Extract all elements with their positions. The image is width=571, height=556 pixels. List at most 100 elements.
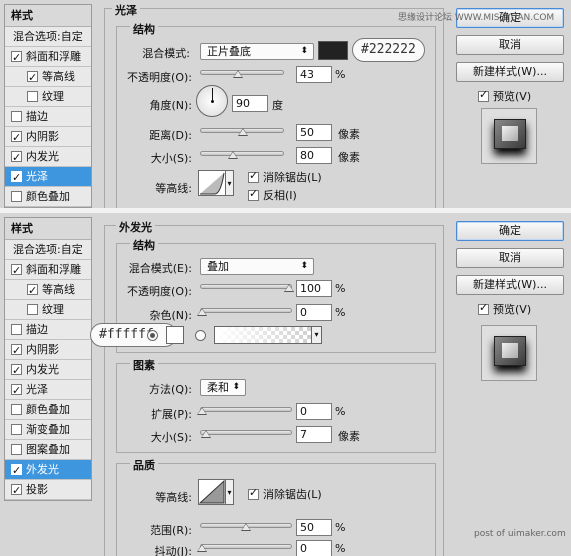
blend-options-item[interactable]: 混合选项:自定 [5, 27, 91, 47]
style-item[interactable]: 等高线 [5, 280, 91, 301]
checked-box-icon[interactable] [11, 461, 22, 481]
checked-box-icon[interactable] [11, 341, 22, 361]
style-item[interactable]: 颜色叠加 [5, 187, 91, 207]
style-list-header[interactable]: 样式 [5, 218, 91, 240]
contour-dropdown-arrow-icon[interactable]: ▾ [226, 479, 234, 505]
distance-input[interactable]: 50 [296, 124, 332, 141]
checked-box-icon[interactable] [11, 261, 22, 281]
opacity-slider-thumb[interactable] [233, 70, 243, 78]
range-input[interactable]: 50 [296, 519, 332, 536]
style-item[interactable]: 描边 [5, 320, 91, 340]
cancel-button[interactable]: 取消 [456, 248, 564, 268]
technique-value: 柔和 [207, 381, 229, 394]
range-slider-thumb[interactable] [241, 523, 251, 531]
blend-mode-dropdown[interactable]: 叠加 ⬍ [200, 258, 314, 275]
unchecked-box-icon[interactable] [11, 444, 22, 455]
checked-box-icon[interactable] [11, 381, 22, 401]
unchecked-box-icon[interactable] [27, 91, 38, 102]
style-item[interactable]: 内阴影 [5, 127, 91, 148]
size-slider-track[interactable] [200, 430, 292, 435]
preview-checkbox[interactable]: 预览(V) [478, 88, 531, 104]
style-item[interactable]: 内发光 [5, 147, 91, 168]
checked-box-icon[interactable] [27, 281, 38, 301]
opacity-slider-thumb[interactable] [284, 284, 294, 292]
style-item[interactable]: 投影 [5, 480, 91, 501]
style-item[interactable]: 图案叠加 [5, 440, 91, 460]
checked-box-icon[interactable] [11, 481, 22, 501]
spread-slider-track[interactable] [200, 407, 292, 412]
gradient-picker[interactable]: ▾ [214, 326, 322, 344]
size-input[interactable]: 80 [296, 147, 332, 164]
spread-input[interactable]: 0 [296, 403, 332, 420]
style-item-label: 图案叠加 [26, 443, 70, 456]
style-item[interactable]: 斜面和浮雕 [5, 47, 91, 68]
opacity-input[interactable]: 100 [296, 280, 332, 297]
style-item[interactable]: 颜色叠加 [5, 400, 91, 420]
contour-dropdown-arrow-icon[interactable]: ▾ [226, 170, 234, 196]
size-slider-thumb[interactable] [228, 151, 238, 159]
cancel-button[interactable]: 取消 [456, 35, 564, 55]
angle-input[interactable]: 90 [232, 95, 268, 112]
blend-mode-dropdown[interactable]: 正片叠底 ⬍ [200, 43, 314, 60]
invert-checkbox[interactable]: 反相(I) [248, 187, 297, 203]
blend-options-item[interactable]: 混合选项:自定 [5, 240, 91, 260]
noise-slider-thumb[interactable] [197, 308, 207, 316]
opacity-input[interactable]: 43 [296, 66, 332, 83]
distance-unit: 像素 [338, 128, 360, 141]
style-item[interactable]: 纹理 [5, 300, 91, 320]
contour-picker[interactable] [198, 479, 226, 505]
unchecked-box-icon[interactable] [11, 404, 22, 415]
unchecked-box-icon[interactable] [11, 111, 22, 122]
antialias-checkbox[interactable]: 消除锯齿(L) [248, 486, 322, 502]
checked-box-icon[interactable] [27, 68, 38, 88]
style-item[interactable]: 内阴影 [5, 340, 91, 361]
style-item[interactable]: 等高线 [5, 67, 91, 88]
checked-box-icon[interactable] [11, 168, 22, 188]
jitter-input[interactable]: 0 [296, 540, 332, 556]
unchecked-box-icon[interactable] [11, 324, 22, 335]
gloss-color-swatch[interactable] [318, 41, 348, 60]
style-item[interactable]: 光泽 [5, 167, 91, 188]
noise-input[interactable]: 0 [296, 304, 332, 321]
spread-slider-thumb[interactable] [197, 407, 207, 415]
contour-label: 等高线: [155, 182, 192, 195]
technique-dropdown[interactable]: 柔和 ⬍ [200, 379, 246, 396]
jitter-slider-track[interactable] [200, 544, 292, 549]
size-slider-track[interactable] [200, 151, 284, 156]
new-style-button[interactable]: 新建样式(W)... [456, 62, 564, 82]
jitter-slider-thumb[interactable] [197, 544, 207, 552]
contour-picker[interactable] [198, 170, 226, 196]
antialias-checkbox[interactable]: 消除锯齿(L) [248, 169, 322, 185]
preview-check-icon [478, 301, 489, 315]
angle-dial[interactable] [196, 85, 228, 117]
style-item[interactable]: 纹理 [5, 87, 91, 107]
new-style-button[interactable]: 新建样式(W)... [456, 275, 564, 295]
unchecked-box-icon[interactable] [11, 424, 22, 435]
style-item[interactable]: 外发光 [5, 460, 91, 481]
noise-slider-track[interactable] [200, 308, 292, 313]
unchecked-box-icon[interactable] [11, 191, 22, 202]
preview-checkbox[interactable]: 预览(V) [478, 301, 531, 317]
style-list-header[interactable]: 样式 [5, 5, 91, 27]
distance-slider-thumb[interactable] [238, 128, 248, 136]
checked-box-icon[interactable] [11, 361, 22, 381]
style-item[interactable]: 光泽 [5, 380, 91, 401]
size-input[interactable]: 7 [296, 426, 332, 443]
size-slider-thumb[interactable] [201, 430, 211, 438]
gradient-radio[interactable] [195, 330, 206, 341]
checked-box-icon[interactable] [11, 48, 22, 68]
ok-button[interactable]: 确定 [456, 221, 564, 241]
style-item[interactable]: 渐变叠加 [5, 420, 91, 440]
style-item[interactable]: 描边 [5, 107, 91, 127]
style-item[interactable]: 斜面和浮雕 [5, 260, 91, 281]
glow-color-swatch[interactable] [166, 326, 184, 344]
style-item-label: 斜面和浮雕 [26, 263, 81, 276]
opacity-slider-track[interactable] [200, 284, 292, 289]
checked-box-icon[interactable] [11, 148, 22, 168]
checked-box-icon[interactable] [11, 128, 22, 148]
style-item[interactable]: 内发光 [5, 360, 91, 381]
size-unit: 像素 [338, 430, 360, 443]
unchecked-box-icon[interactable] [27, 304, 38, 315]
solid-color-radio[interactable] [147, 330, 158, 341]
gradient-dropdown-arrow-icon[interactable]: ▾ [311, 327, 321, 343]
